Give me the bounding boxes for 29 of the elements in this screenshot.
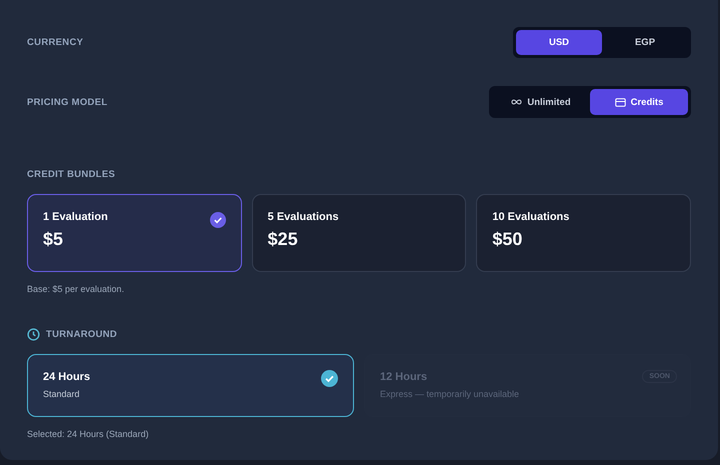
currency-option[interactable]: USD — [516, 30, 602, 55]
infinity-icon — [511, 99, 522, 105]
pricing-option[interactable]: Credits — [590, 89, 688, 115]
check-icon — [210, 212, 226, 228]
bundle-price: $50 — [492, 229, 522, 250]
base-price-note: Base: $5 per evaluation. — [27, 284, 126, 294]
option-title: 24 Hours — [43, 371, 90, 383]
bundle-price: $25 — [268, 229, 298, 250]
option-title: 12 Hours — [380, 371, 428, 383]
bundle-name: 1 Evaluation — [43, 211, 108, 223]
section-label: CURRENCY — [27, 37, 84, 48]
turnaround-option[interactable]: 24 Hours Standard — [27, 354, 354, 417]
bundle-card[interactable]: 5 Evaluations $25 — [252, 194, 466, 272]
check-icon — [321, 370, 338, 387]
option-subtitle: Standard — [43, 389, 80, 399]
credit-card-icon — [614, 98, 626, 106]
section-label: PRICING MODEL — [27, 96, 108, 108]
bundle-name: 5 Evaluations — [268, 211, 339, 223]
bundle-card[interactable]: 1 Evaluation $5 — [27, 194, 242, 272]
clock-icon — [27, 328, 40, 341]
bundle-price: $5 — [43, 229, 64, 250]
option-subtitle: Express — temporarily unavailable — [380, 389, 520, 399]
section-label: TURNAROUND — [46, 329, 118, 340]
selection-summary: Selected: 24 Hours (Standard) — [27, 429, 150, 439]
currency-option[interactable]: EGP — [602, 30, 688, 55]
bundle-card[interactable]: 10 Evaluations $50 — [476, 194, 692, 272]
section-label: CREDIT BUNDLES — [27, 169, 116, 180]
bundle-name: 10 Evaluations — [492, 211, 570, 223]
pricing-option[interactable]: Unlimited — [492, 89, 590, 115]
